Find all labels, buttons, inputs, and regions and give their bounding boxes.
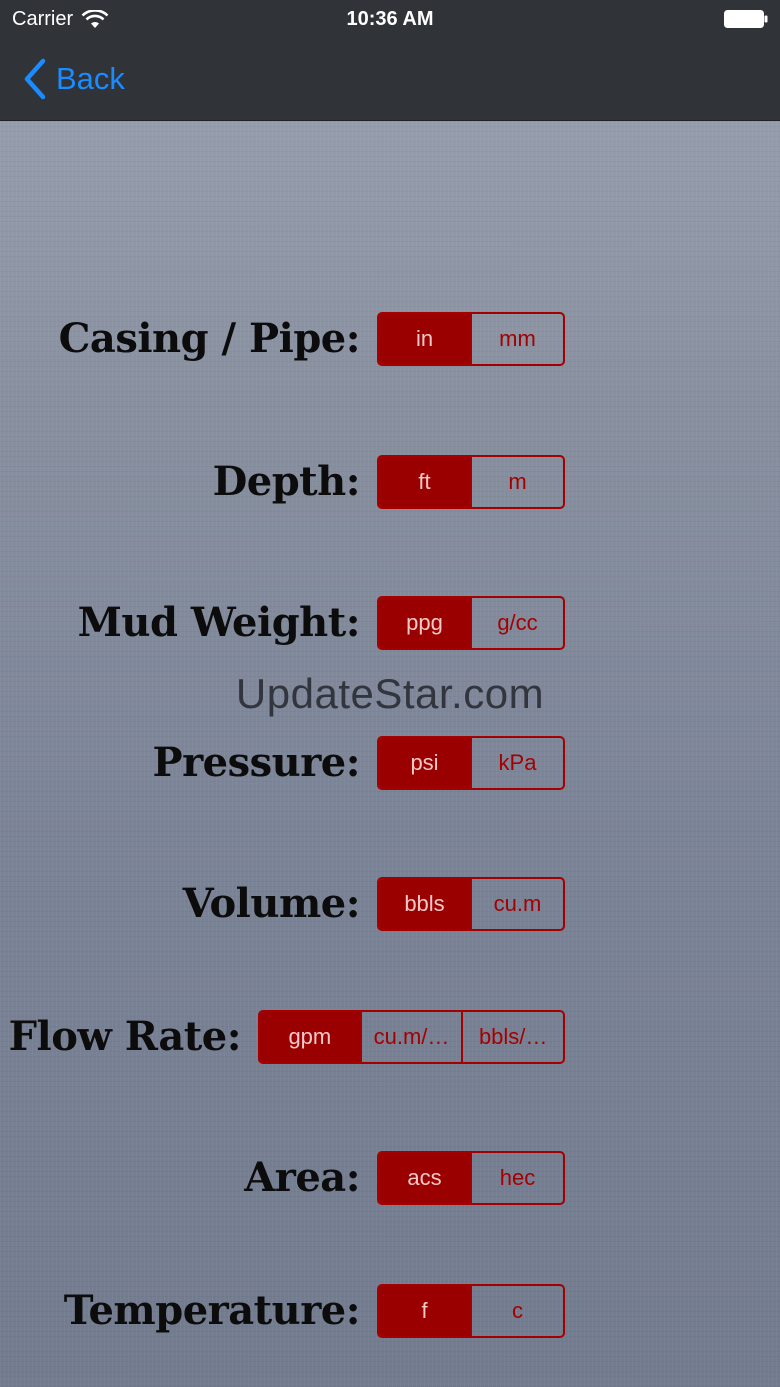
back-label: Back [56,61,125,96]
status-bar: Carrier 10:36 AM [0,0,780,40]
label-temperature: Temperature: [63,1287,361,1334]
label-mud-weight: Mud Weight: [77,599,361,646]
segmented-control-area: acs hec [377,1151,565,1205]
segment-depth-1[interactable]: ft [379,457,470,507]
segment-pressure-2[interactable]: kPa [470,738,563,788]
segment-pressure-1[interactable]: psi [379,738,470,788]
segment-temperature-2[interactable]: c [470,1286,563,1336]
label-depth: Depth: [212,458,361,505]
segment-temperature-1[interactable]: f [379,1286,470,1336]
segment-flow-rate-1[interactable]: gpm [260,1012,360,1062]
segment-casing-pipe-1[interactable]: in [379,314,470,364]
segment-volume-2[interactable]: cu.m [470,879,563,929]
watermark-text: UpdateStar.com [235,670,545,717]
segmented-control-flow-rate: gpm cu.m/… bbls/… [258,1010,565,1064]
segment-mud-weight-1[interactable]: ppg [379,598,470,648]
segmented-control-mud-weight: ppg g/cc [377,596,565,650]
label-pressure: Pressure: [152,739,360,786]
label-flow-rate: Flow Rate: [8,1013,242,1060]
segmented-control-pressure: psi kPa [377,736,565,790]
segmented-control-volume: bbls cu.m [377,877,565,931]
back-button[interactable]: Back [22,58,125,100]
segment-casing-pipe-2[interactable]: mm [470,314,563,364]
status-time: 10:36 AM [346,8,434,30]
segmented-control-casing-pipe: in mm [377,312,565,366]
label-area: Area: [244,1154,360,1201]
segment-area-2[interactable]: hec [470,1153,563,1203]
segment-area-1[interactable]: acs [379,1153,470,1203]
segment-depth-2[interactable]: m [470,457,563,507]
label-casing-pipe: Casing / Pipe: [58,315,361,362]
segment-volume-1[interactable]: bbls [379,879,470,929]
segmented-control-depth: ft m [377,455,565,509]
battery-icon [724,10,768,28]
chevron-left-icon [24,58,46,100]
segmented-control-temperature: fc [377,1284,565,1338]
segment-flow-rate-3[interactable]: bbls/… [461,1012,563,1062]
segment-flow-rate-2[interactable]: cu.m/… [359,1012,462,1062]
navigation-bar: Back [0,40,780,121]
label-volume: Volume: [182,880,361,927]
segment-mud-weight-2[interactable]: g/cc [470,598,563,648]
